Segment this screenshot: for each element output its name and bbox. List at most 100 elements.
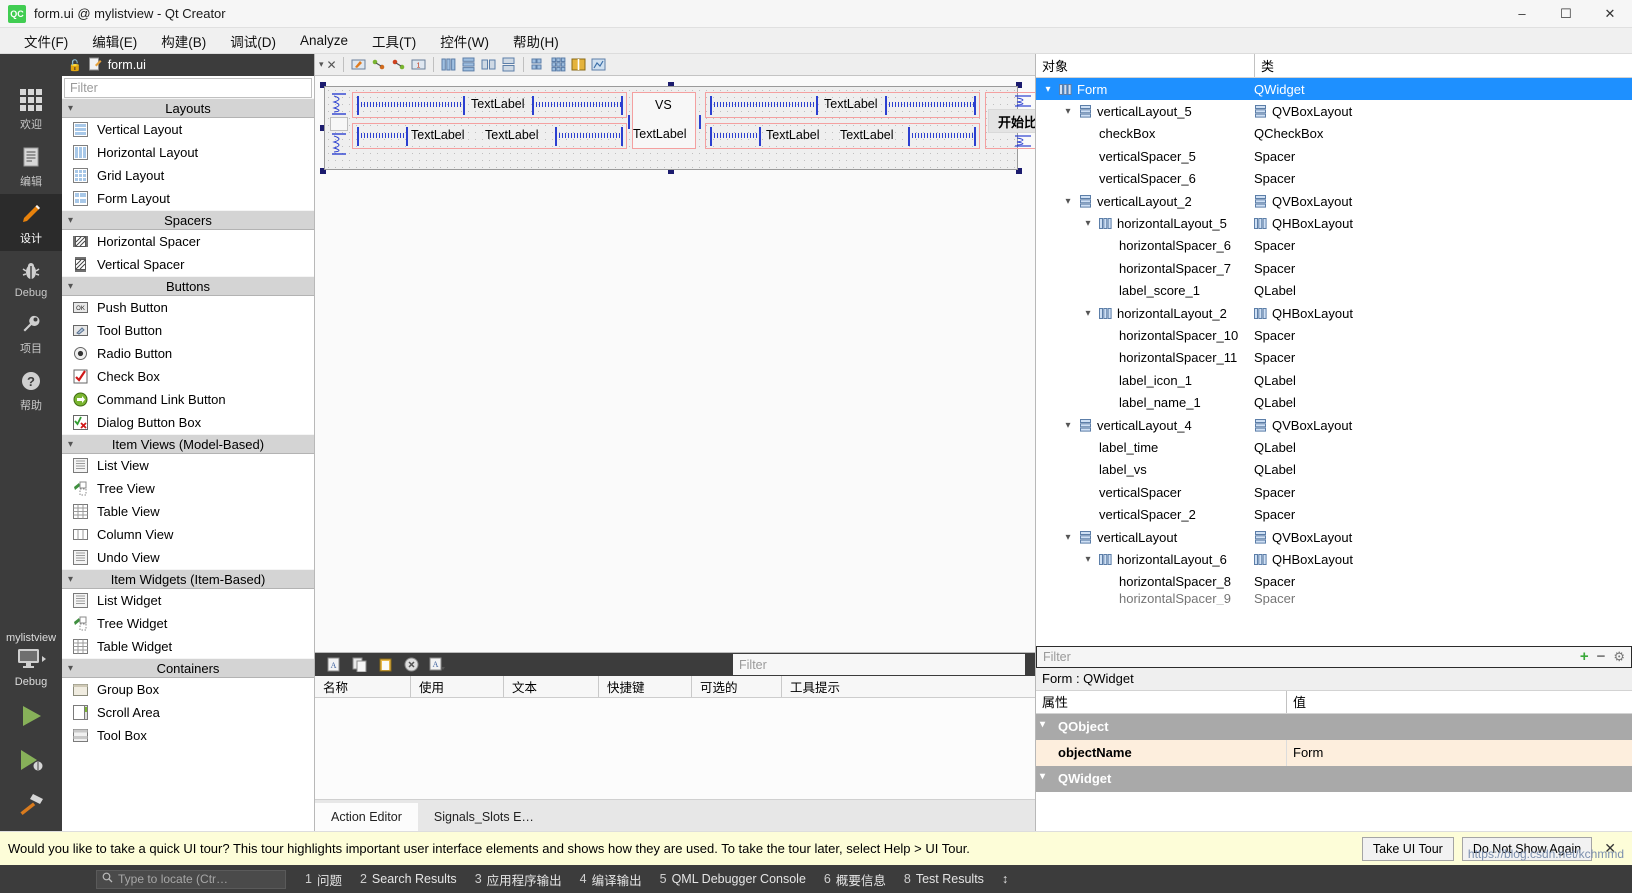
widget-box-list[interactable]: ▾ Layouts Vertical Layout Horizontal Lay… [62, 98, 314, 831]
widget-box-filter-input[interactable]: Filter [64, 78, 312, 98]
status-item-issues[interactable]: 1 问题 [296, 870, 351, 889]
horizontal-layout-right-2[interactable]: TextLabel TextLabel [705, 123, 980, 149]
layout-vertically-icon[interactable] [460, 56, 477, 73]
object-row-horizontalSpacer_10[interactable]: horizontalSpacer_10 Spacer [1036, 324, 1632, 346]
chevron-down-icon[interactable]: ▾ [1082, 218, 1094, 229]
object-row-horizontalSpacer_9[interactable]: horizontalSpacer_9 Spacer [1036, 593, 1632, 605]
menu-debug[interactable]: 调试(D) [218, 28, 288, 54]
widget-group-buttons[interactable]: ▾ Buttons [62, 276, 314, 296]
label-time[interactable]: VS [655, 98, 672, 112]
horizontal-layout-2-left[interactable]: TextLabel TextLabel [352, 123, 627, 149]
run-button[interactable] [0, 694, 62, 738]
label-score-right[interactable]: TextLabel [824, 97, 878, 111]
edit-widgets-icon[interactable] [350, 56, 367, 73]
property-group-qwidget[interactable]: ▾ QWidget [1036, 765, 1632, 792]
widget-item-list-view[interactable]: List View [62, 454, 314, 477]
widget-item-form-layout[interactable]: Form Layout [62, 187, 314, 210]
chevron-down-icon[interactable]: ▾ [1040, 719, 1045, 730]
mode-edit[interactable]: 编辑 [0, 137, 62, 194]
maximize-icon[interactable]: ☐ [1544, 0, 1588, 28]
paste-icon[interactable] [377, 657, 393, 673]
horizontal-spacer-glyph[interactable] [533, 102, 621, 107]
adjust-size-icon[interactable] [590, 56, 607, 73]
minus-icon[interactable]: − [1597, 648, 1606, 665]
object-col-class[interactable]: 类 [1254, 54, 1632, 77]
action-col-used[interactable]: 使用 [410, 676, 503, 697]
property-col-name[interactable]: 属性 [1036, 692, 1286, 711]
widget-item-horizontal-spacer[interactable]: Horizontal Spacer [62, 230, 314, 253]
checkbox-widget[interactable] [330, 117, 348, 131]
edit-buddies-icon[interactable] [390, 56, 407, 73]
horizontal-layout-right-1[interactable]: TextLabel [705, 92, 980, 118]
close-icon[interactable]: ✕ [1588, 0, 1632, 28]
object-row-horizontalSpacer_7[interactable]: horizontalSpacer_7 Spacer [1036, 257, 1632, 279]
action-col-tooltip[interactable]: 工具提示 [781, 676, 1035, 697]
debug-run-button[interactable] [0, 738, 62, 782]
menu-file[interactable]: 文件(F) [12, 28, 80, 54]
layout-splitter-v-icon[interactable] [500, 56, 517, 73]
object-row-label_time[interactable]: label_time QLabel [1036, 436, 1632, 458]
horizontal-spacer-glyph[interactable] [358, 102, 463, 107]
delete-icon[interactable] [403, 657, 419, 673]
form-preview[interactable]: TextLabel TextLabel TextLabel VS TextLab… [320, 82, 1035, 174]
chevron-down-icon[interactable]: ▾ [319, 59, 324, 70]
horizontal-spacer-glyph[interactable] [358, 133, 406, 138]
object-row-label_name_1[interactable]: label_name_1 QLabel [1036, 391, 1632, 413]
action-col-checkable[interactable]: 可选的 [691, 676, 781, 697]
horizontal-spacer-glyph[interactable] [909, 133, 974, 138]
property-value[interactable]: Form [1293, 745, 1323, 760]
object-row-verticalSpacer_5[interactable]: verticalSpacer_5 Spacer [1036, 145, 1632, 167]
action-editor-filter-input[interactable]: Filter [733, 654, 1025, 675]
widget-item-tool-box[interactable]: Tool Box [62, 724, 314, 747]
kit-selector[interactable]: Debug [0, 644, 62, 694]
label-icon-left[interactable]: TextLabel [411, 128, 465, 142]
widget-item-grid-layout[interactable]: Grid Layout [62, 164, 314, 187]
widget-item-horizontal-layout[interactable]: Horizontal Layout [62, 141, 314, 164]
horizontal-spacer-glyph[interactable] [711, 133, 759, 138]
widget-group-spacers[interactable]: ▾ Spacers [62, 210, 314, 230]
view-mode-icon[interactable]: A [429, 657, 445, 673]
widget-item-column-view[interactable]: Column View [62, 523, 314, 546]
widget-item-vertical-layout[interactable]: Vertical Layout [62, 118, 314, 141]
form-design-canvas[interactable]: TextLabel TextLabel TextLabel VS TextLab… [315, 76, 1035, 653]
object-row-label_vs[interactable]: label_vs QLabel [1036, 459, 1632, 481]
object-row-horizontalLayout_6[interactable]: ▾ horizontalLayout_6 QHBoxLayout [1036, 548, 1632, 570]
property-col-value[interactable]: 值 [1286, 690, 1632, 713]
status-item-qml-debugger-console[interactable]: 5 QML Debugger Console [651, 872, 815, 886]
layout-grid-icon[interactable] [550, 56, 567, 73]
vertical-spacer-glyph[interactable] [331, 93, 347, 115]
object-row-form[interactable]: ▾ Form QWidget [1036, 78, 1632, 101]
widget-item-tree-view[interactable]: Tree View [62, 477, 314, 500]
label-name-left[interactable]: TextLabel [485, 128, 539, 142]
property-group-qobject[interactable]: ▾ QObject [1036, 713, 1632, 740]
property-editor-list[interactable]: ▾ QObject objectName Form ▾ QWidget [1036, 713, 1632, 832]
object-row-verticalLayout_4[interactable]: ▾ verticalLayout_4 QVBoxLayout [1036, 414, 1632, 436]
widget-item-table-widget[interactable]: Table Widget [62, 635, 314, 658]
horizontal-spacer-glyph[interactable] [886, 102, 974, 107]
widget-group-containers[interactable]: ▾ Containers [62, 658, 314, 678]
mode-welcome[interactable]: 欢迎 [0, 80, 62, 137]
menu-tools[interactable]: 工具(T) [360, 28, 428, 54]
chevron-down-icon[interactable]: ▾ [1040, 771, 1045, 782]
copy-icon[interactable] [351, 657, 367, 673]
menu-widgets[interactable]: 控件(W) [428, 28, 501, 54]
widget-item-radio-button[interactable]: Radio Button [62, 342, 314, 365]
object-row-checkBox[interactable]: checkBox QCheckBox [1036, 123, 1632, 145]
mode-help[interactable]: ? 帮助 [0, 361, 62, 418]
chevron-down-icon[interactable]: ▾ [1042, 84, 1054, 95]
widget-item-group-box[interactable]: Group Box [62, 678, 314, 701]
vertical-spacer-glyph[interactable] [331, 133, 347, 155]
minimize-icon[interactable]: – [1500, 0, 1544, 28]
object-inspector-tree[interactable]: ▾ Form QWidget ▾ verticalLayout_5 QVBoxL [1036, 78, 1632, 645]
edit-tab-order-icon[interactable]: 1 [410, 56, 427, 73]
object-row-horizontalSpacer_11[interactable]: horizontalSpacer_11 Spacer [1036, 347, 1632, 369]
status-item-application-output[interactable]: 3 应用程序输出 [466, 870, 571, 889]
property-row-objectName[interactable]: objectName Form [1036, 739, 1632, 766]
horizontal-layout-5-left[interactable]: TextLabel [352, 92, 627, 118]
tab-action-editor[interactable]: Action Editor [315, 803, 418, 831]
start-match-button[interactable]: 开始比赛 [988, 109, 1035, 133]
break-layout-icon[interactable] [570, 56, 587, 73]
object-col-object[interactable]: 对象 [1036, 56, 1254, 75]
menu-help[interactable]: 帮助(H) [501, 28, 571, 54]
horizontal-spacer-glyph[interactable] [711, 102, 816, 107]
